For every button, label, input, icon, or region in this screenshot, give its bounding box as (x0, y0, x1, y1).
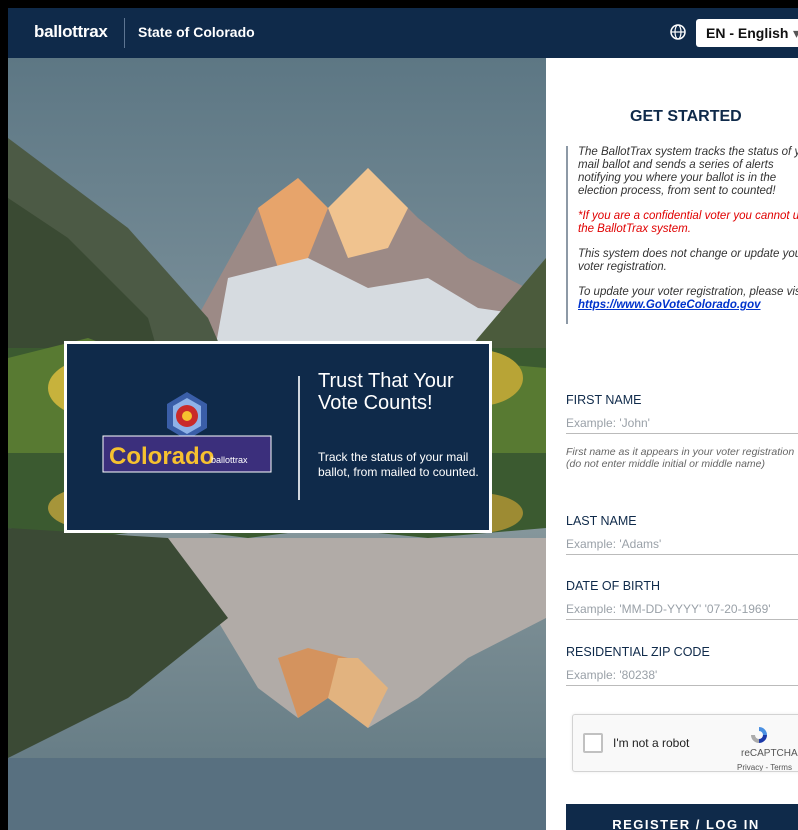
language-select[interactable]: EN - English ▾ (696, 19, 798, 47)
info-text-tracking: The BallotTrax system tracks the status … (578, 146, 798, 197)
first-name-input[interactable] (566, 413, 798, 434)
recaptcha-label: I'm not a robot (613, 736, 690, 750)
first-name-label: FIRST NAME (566, 393, 642, 407)
promo-heading: Trust That Your Vote Counts! (318, 370, 454, 414)
globe-icon (670, 24, 686, 40)
registration-panel: GET STARTED The BallotTrax system tracks… (546, 58, 798, 830)
confidential-warning: *If you are a confidential voter you can… (578, 210, 798, 235)
govote-link[interactable]: https://www.GoVoteColorado.gov (578, 299, 761, 311)
page-title: GET STARTED (630, 108, 742, 125)
info-update-prefix: To update your voter registration, pleas… (578, 286, 798, 298)
promo-card: Colorado ballottrax Trust That Your Vote… (64, 341, 492, 533)
last-name-label: LAST NAME (566, 514, 637, 528)
language-select-value: EN - English (706, 25, 789, 41)
recaptcha-terms[interactable]: Privacy - Terms (737, 763, 792, 771)
recaptcha-icon (751, 727, 767, 743)
promo-subtext: Track the status of your mail ballot, fr… (318, 450, 479, 479)
promo-divider (298, 376, 300, 500)
info-text-update: To update your voter registration, pleas… (578, 286, 798, 312)
zip-input[interactable] (566, 665, 798, 686)
last-name-input[interactable] (566, 534, 798, 555)
info-box: The BallotTrax system tracks the status … (566, 146, 798, 324)
badge-colorado-text: Colorado (109, 443, 214, 470)
register-login-button[interactable]: REGISTER / LOG IN (566, 804, 798, 830)
info-text-no-change: This system does not change or update yo… (578, 248, 798, 273)
chevron-down-icon: ▾ (792, 25, 798, 41)
recaptcha-checkbox[interactable] (583, 733, 603, 753)
first-name-help: First name as it appears in your voter r… (566, 446, 795, 470)
hero-image-maroon-bells: Colorado ballottrax Trust That Your Vote… (8, 58, 546, 830)
recaptcha-brand: reCAPTCHA (741, 748, 798, 759)
dob-input[interactable] (566, 599, 798, 620)
ballottrax-logo[interactable]: ballottrax (34, 22, 108, 42)
zip-label: RESIDENTIAL ZIP CODE (566, 645, 710, 659)
colorado-ballottrax-badge: Colorado ballottrax (102, 392, 272, 473)
top-nav-bar: ballottrax State of Colorado EN - Englis… (8, 8, 798, 58)
header-divider (124, 18, 125, 48)
state-label: State of Colorado (138, 24, 255, 40)
dob-label: DATE OF BIRTH (566, 579, 660, 593)
badge-ballottrax-text: ballottrax (211, 455, 248, 465)
app-frame: ballottrax State of Colorado EN - Englis… (8, 8, 798, 830)
recaptcha-widget: I'm not a robot reCAPTCHA Privacy - Term… (572, 714, 798, 772)
